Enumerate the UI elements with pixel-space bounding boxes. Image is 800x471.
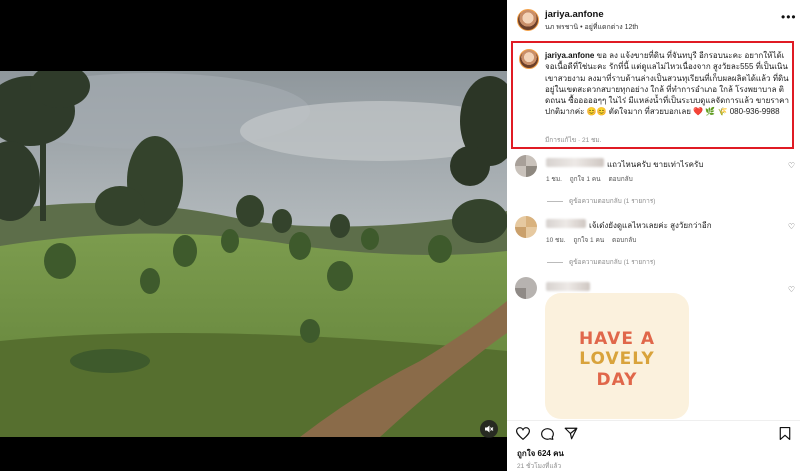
caption-meta: มีการแก้ไข · 21 ชม.	[545, 137, 602, 144]
comment-text: เจ้เด๋งยังดูแลไหวเลยค่ะ สูงวัยกว่าอีก	[589, 221, 712, 230]
more-options-button[interactable]: •••	[781, 10, 797, 24]
comment-likes[interactable]: ถูกใจ 1 คน	[570, 176, 601, 183]
comment-icon	[541, 428, 554, 440]
post-video-frame[interactable]	[0, 71, 507, 437]
comment-item: แถวไหนครับ ขายเท่าไรครับ ♡ 1 ชม. ถูกใจ 1…	[515, 155, 795, 207]
comment-item: เจ้เด๋งยังดูแลไหวเลยค่ะ สูงวัยกว่าอีก ♡ …	[515, 216, 795, 268]
sticker-image[interactable]: HAVE A LOVELY DAY	[545, 293, 689, 419]
likes-count[interactable]: ถูกใจ 624 คน	[517, 447, 564, 460]
caption-username[interactable]: jariya.anfone	[545, 51, 594, 60]
share-icon	[564, 427, 578, 440]
save-button[interactable]	[779, 427, 791, 445]
landscape-image	[0, 71, 507, 437]
more-dots-icon: •••	[781, 10, 797, 24]
post-time: 21 ชั่วโมงที่แล้ว	[517, 463, 562, 470]
sticker-line-2: LOVELY	[579, 349, 655, 369]
blurred-username	[546, 219, 586, 228]
caption-avatar[interactable]	[519, 49, 539, 69]
reply-button[interactable]: ตอบกลับ	[612, 237, 636, 244]
post-media[interactable]	[0, 0, 507, 471]
caption: jariya.anfone ขอ ลง แจ้งขายที่ดิน ที่จัน…	[545, 50, 789, 118]
comment-item: ♡	[515, 277, 795, 299]
comment-likes[interactable]: ถูกใจ 1 คน	[573, 237, 604, 244]
blurred-username	[546, 158, 604, 167]
author-avatar[interactable]	[517, 9, 539, 31]
comment-button[interactable]	[540, 427, 554, 445]
heart-icon	[515, 427, 531, 441]
comment-text: แถวไหนครับ ขายเท่าไรครับ	[607, 160, 704, 169]
commenter-avatar[interactable]	[515, 277, 537, 299]
post-header: jariya.anfone นภ พรชานิ • อยู่ที่แดกต่าง…	[507, 0, 800, 40]
blurred-username	[546, 282, 590, 291]
like-comment-heart-icon[interactable]: ♡	[788, 222, 795, 231]
comment-meta: 1 ชม. ถูกใจ 1 คน ตอบกลับ	[546, 174, 639, 184]
post-actions-bar	[507, 420, 800, 442]
comment-time: 10 ชม.	[546, 237, 566, 244]
share-button[interactable]	[564, 427, 578, 445]
sticker-line-1: HAVE A	[578, 329, 656, 349]
comment-meta: 10 ชม. ถูกใจ 1 คน ตอบกลับ	[546, 235, 642, 245]
commenter-avatar[interactable]	[515, 155, 537, 177]
view-replies-button[interactable]: ดูข้อความตอบกลับ (1 รายการ)	[547, 257, 655, 267]
author-username[interactable]: jariya.anfone	[545, 9, 604, 20]
like-comment-heart-icon[interactable]: ♡	[788, 161, 795, 170]
bookmark-icon	[779, 427, 791, 440]
commenter-avatar[interactable]	[515, 216, 537, 238]
post-location[interactable]: นภ พรชานิ • อยู่ที่แดกต่าง 12th	[545, 22, 638, 33]
mute-button[interactable]	[480, 420, 498, 438]
reply-button[interactable]: ตอบกลับ	[608, 176, 632, 183]
like-button[interactable]	[515, 427, 531, 445]
caption-body: ขอ ลง แจ้งขายที่ดิน ที่จันทบุรี อีกรอบนะ…	[545, 51, 789, 117]
comment-time: 1 ชม.	[546, 176, 562, 183]
caption-highlight: jariya.anfone ขอ ลง แจ้งขายที่ดิน ที่จัน…	[511, 41, 794, 149]
sticker-line-3: DAY	[596, 370, 638, 390]
post-side-panel: jariya.anfone นภ พรชานิ • อยู่ที่แดกต่าง…	[507, 0, 800, 471]
like-comment-heart-icon[interactable]: ♡	[788, 285, 795, 294]
muted-speaker-icon	[485, 425, 494, 433]
view-replies-button[interactable]: ดูข้อความตอบกลับ (1 รายการ)	[547, 196, 655, 206]
